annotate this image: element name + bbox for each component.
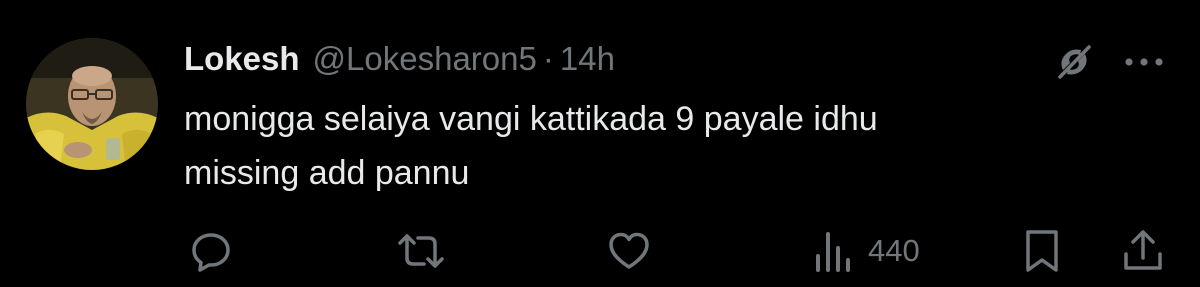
tweet[interactable]: Lokesh @Lokesharon5 · 14h monigga selaiy… bbox=[0, 0, 1200, 287]
grok-icon[interactable] bbox=[1054, 42, 1094, 82]
action-bar: 440 bbox=[0, 226, 1200, 276]
reply-button[interactable] bbox=[188, 226, 234, 276]
views-count: 440 bbox=[868, 233, 920, 268]
retweet-icon bbox=[396, 228, 446, 274]
author-handle[interactable]: @Lokesharon5 bbox=[313, 40, 537, 78]
views-button[interactable]: 440 bbox=[812, 226, 920, 276]
bookmark-button[interactable] bbox=[1022, 226, 1062, 276]
heart-icon bbox=[606, 228, 652, 274]
views-chart-icon bbox=[812, 228, 856, 274]
reply-icon bbox=[188, 228, 234, 274]
tweet-text: monigga selaiya vangi kattikada 9 payale… bbox=[184, 92, 1144, 200]
separator-dot: · bbox=[542, 40, 554, 77]
bookmark-icon bbox=[1022, 228, 1062, 274]
author-name[interactable]: Lokesh bbox=[184, 40, 300, 78]
tweet-header: Lokesh @Lokesharon5 · 14h bbox=[184, 36, 615, 82]
retweet-button[interactable] bbox=[396, 226, 446, 276]
timestamp[interactable]: 14h bbox=[560, 40, 615, 78]
avatar[interactable] bbox=[26, 38, 158, 170]
share-button[interactable] bbox=[1120, 226, 1166, 276]
tweet-text-line: monigga selaiya vangi kattikada 9 payale… bbox=[184, 100, 878, 138]
like-button[interactable] bbox=[606, 226, 652, 276]
tweet-text-line: missing add pannu bbox=[184, 154, 470, 192]
more-icon[interactable] bbox=[1121, 52, 1167, 72]
share-icon bbox=[1120, 228, 1166, 274]
